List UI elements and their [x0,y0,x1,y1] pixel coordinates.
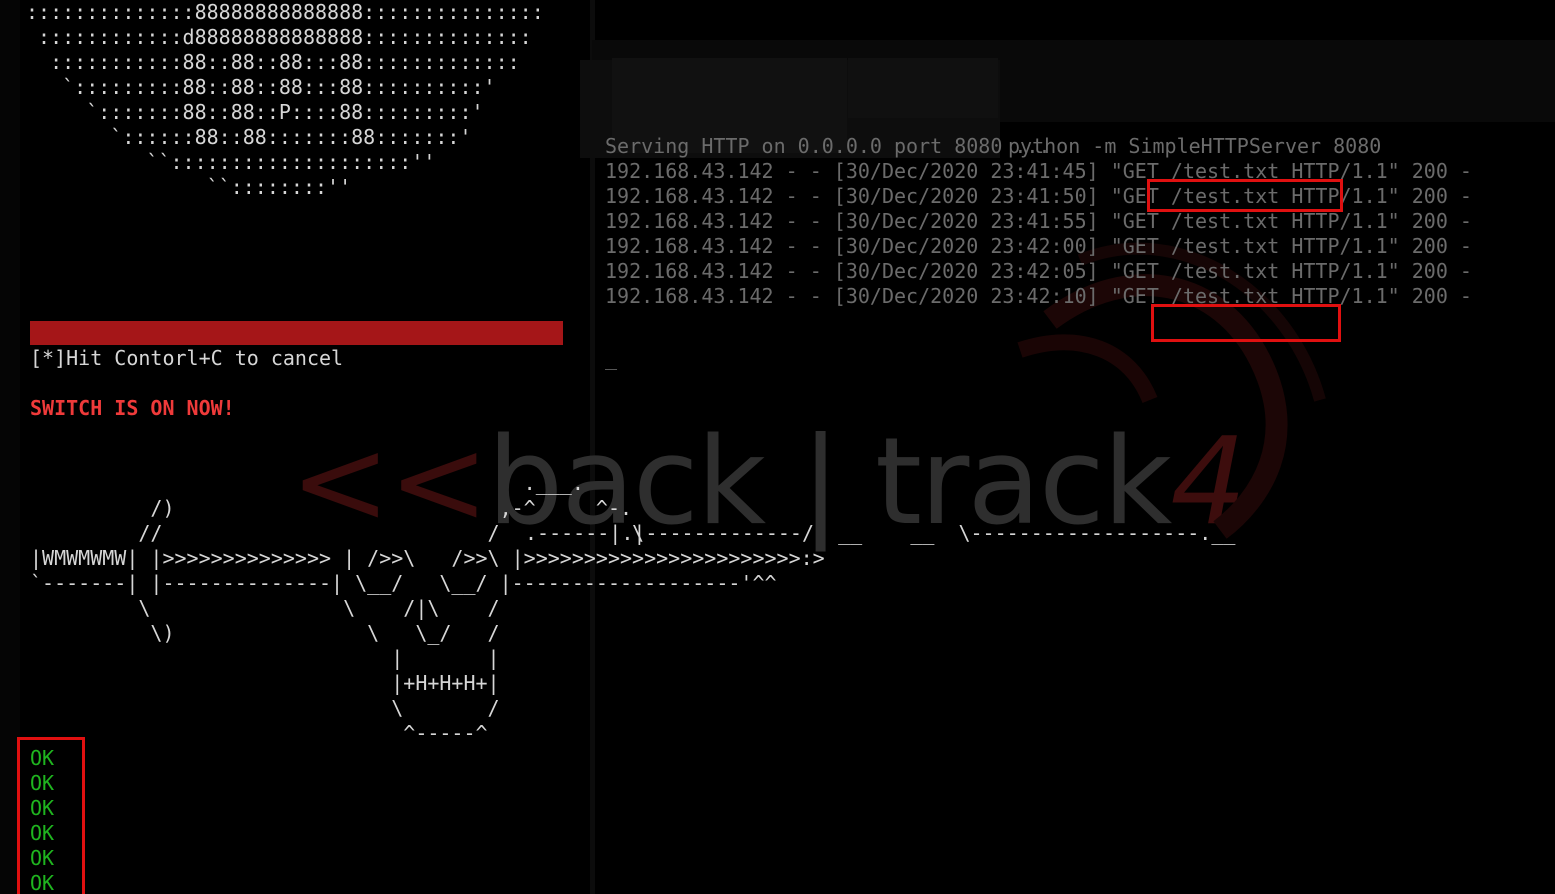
art-line: .___. [30,471,584,495]
art-line: \) \ \_/ / [30,621,500,645]
terminal-cursor: _ [605,346,618,370]
banner-line: `::::::88::88:::::::88:::::::' [26,125,472,149]
art-line: | | [30,646,500,670]
log-line: 192.168.43.142 - - [30/Dec/2020 23:42:10… [605,284,1472,308]
log-line: 192.168.43.142 - - [30/Dec/2020 23:42:00… [605,234,1472,258]
log-line: 192.168.43.142 - - [30/Dec/2020 23:41:55… [605,209,1472,233]
ascii-banner: ::::::::::::::88888888888888::::::::::::… [26,0,544,200]
banner-line: ::::::::::::d88888888888888:::::::::::::… [26,25,532,49]
art-line: /) ,-^ ^-. [30,496,633,520]
ok-highlight-box [17,737,85,894]
art-line: |+H+H+H+| [30,671,500,695]
request-highlight-box [1151,304,1341,342]
art-line: ^-----^ [30,721,488,745]
banner-line: ``::::::::'' [26,175,352,199]
art-line-tail: .------|.|-------------/ __ __ \--------… [525,521,1236,545]
redacted-region [848,58,998,118]
log-line: Serving HTTP on 0.0.0.0 port 8080 ... [605,134,1051,158]
cancel-hint: [*]Hit Contorl+C to cancel [30,346,344,370]
status-bar [30,321,563,345]
banner-line: ::::::::::::::88888888888888::::::::::::… [26,0,544,24]
art-line: \ / [30,696,500,720]
art-line: \ \ /|\ / [30,596,500,620]
server-log[interactable]: Serving HTTP on 0.0.0.0 port 8080 ... 192… [605,134,1472,309]
art-line: |WMWMWMW| |>>>>>>>>>>>>>> | />>\ />>\ |>… [30,546,825,570]
art-line: `-------| |--------------| \__/ \__/ |--… [30,571,777,595]
ascii-art: .___. /) ,-^ ^-. // / \ .------|.|-------… [30,471,1235,746]
banner-line: `:::::::::88::88::88:::88::::::::::' [26,75,496,99]
art-line: // / \ .------|.|-------------/ __ __ \--… [30,521,1235,546]
banner-line: :::::::::::88::88::88:::88::::::::::::: [26,50,520,74]
banner-line: ``::::::::::::::::::::'' [26,150,436,174]
log-line: 192.168.43.142 - - [30/Dec/2020 23:42:05… [605,259,1472,283]
banner-line: `:::::::88::88::P::::88:::::::::' [26,100,484,124]
switch-status: SWITCH IS ON NOW! [30,396,235,420]
request-highlight-box [1147,179,1343,212]
